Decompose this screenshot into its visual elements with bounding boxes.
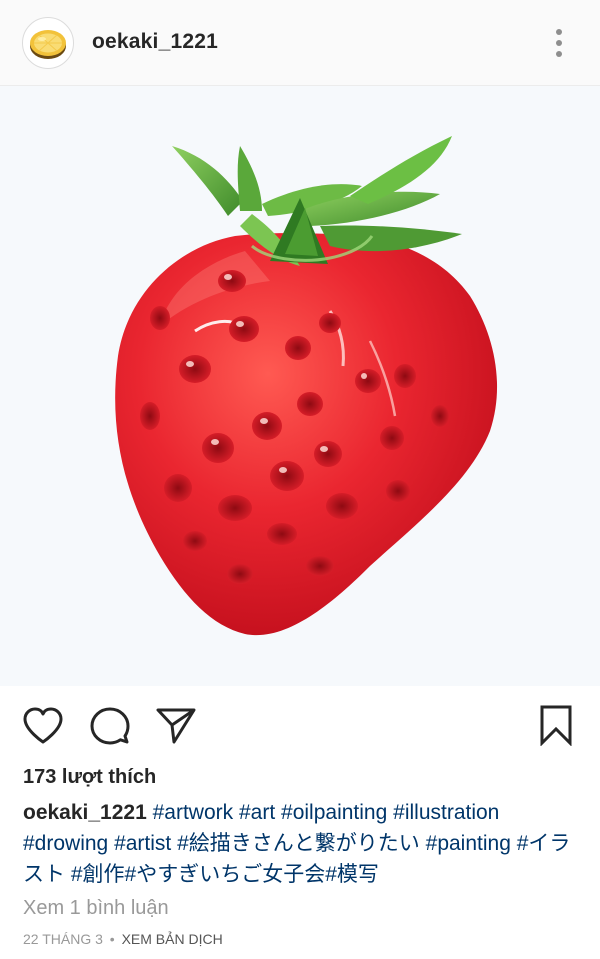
hashtag[interactable]: #drowing — [23, 832, 108, 855]
bookmark-icon — [540, 705, 572, 747]
hashtag[interactable]: #painting — [426, 832, 511, 855]
see-translation-link[interactable]: XEM BẢN DỊCH — [122, 931, 223, 947]
caption: oekaki_1221 #artwork #art #oilpainting #… — [23, 797, 583, 890]
hashtag[interactable]: #illustration — [393, 801, 499, 824]
view-comments-link[interactable]: Xem 1 bình luận — [23, 897, 169, 920]
lemon-slice-icon — [30, 30, 66, 59]
hashtag[interactable]: #oilpainting — [281, 801, 387, 824]
post-username[interactable]: oekaki_1221 — [92, 30, 218, 54]
comment-button[interactable] — [90, 706, 130, 746]
post-date: 22 THÁNG 3 — [23, 931, 103, 947]
post-meta: 22 THÁNG 3 • XEM BẢN DỊCH — [23, 931, 223, 947]
more-options-button[interactable] — [547, 26, 571, 60]
hashtag[interactable]: #やすぎいちご女子会 — [125, 863, 326, 886]
heart-icon — [23, 707, 63, 744]
hashtag[interactable]: #artwork — [153, 801, 234, 824]
like-button[interactable] — [22, 706, 64, 746]
strawberry-painting — [0, 86, 600, 686]
hashtag[interactable]: #絵描きさんと繋がりたい — [177, 832, 420, 855]
hashtag[interactable]: #模写 — [325, 863, 379, 886]
more-vertical-icon — [556, 29, 562, 57]
like-count[interactable]: 173 lượt thích — [23, 766, 156, 789]
save-button[interactable] — [538, 704, 574, 747]
avatar[interactable] — [22, 17, 74, 69]
comment-icon — [90, 707, 130, 745]
meta-separator: • — [109, 931, 115, 947]
hashtag[interactable]: #art — [239, 801, 275, 824]
hashtag[interactable]: #artist — [114, 832, 171, 855]
hashtag[interactable]: #創作 — [71, 863, 125, 886]
paper-plane-icon — [156, 708, 196, 744]
caption-username[interactable]: oekaki_1221 — [23, 801, 147, 824]
post-actions — [0, 686, 600, 762]
post-header: oekaki_1221 — [0, 0, 600, 86]
post-image[interactable] — [0, 86, 600, 686]
share-button[interactable] — [155, 706, 197, 746]
